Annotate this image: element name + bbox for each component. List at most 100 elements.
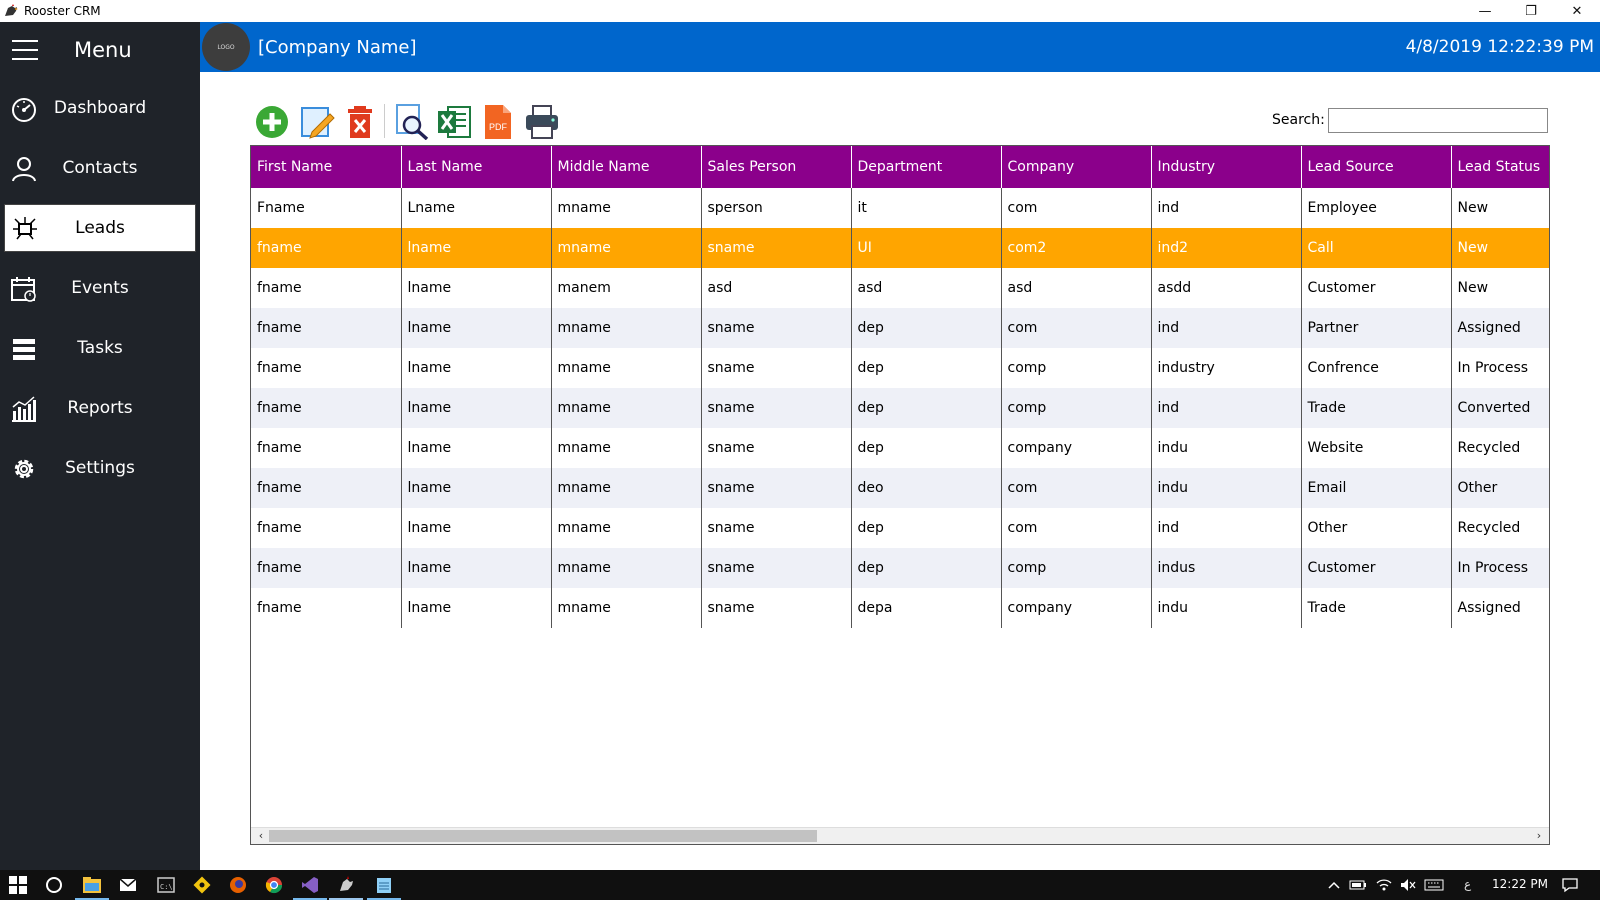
export-pdf-button[interactable]: PDF	[480, 104, 516, 140]
search-input[interactable]	[1328, 108, 1548, 133]
table-cell[interactable]: sname	[701, 468, 852, 508]
table-cell[interactable]: mname	[551, 468, 702, 508]
table-cell[interactable]: Converted	[1451, 388, 1549, 428]
table-row[interactable]: fname lname mname sname depa company indu Trade…	[251, 588, 1549, 628]
table-cell[interactable]: mname	[551, 428, 702, 468]
table-cell[interactable]: New	[1451, 268, 1549, 308]
table-cell[interactable]: lname	[401, 348, 552, 388]
table-cell[interactable]: ind	[1151, 388, 1302, 428]
table-cell[interactable]: sname	[701, 588, 852, 628]
sidebar-item-settings[interactable]: Settings	[0, 438, 200, 498]
table-row[interactable]: Fname Lname mname sperson it com ind Employee Ne…	[251, 188, 1549, 228]
table-cell[interactable]: mname	[551, 228, 702, 268]
table-cell[interactable]: Employee	[1301, 188, 1452, 228]
table-cell[interactable]: ind	[1151, 508, 1302, 548]
table-cell[interactable]: sname	[701, 348, 852, 388]
table-cell[interactable]: com	[1001, 468, 1152, 508]
table-cell[interactable]: In Process	[1451, 348, 1549, 388]
table-cell[interactable]: it	[851, 188, 1002, 228]
keyboard-icon[interactable]	[1424, 875, 1444, 895]
table-cell[interactable]: sperson	[701, 188, 852, 228]
table-cell[interactable]: lname	[401, 428, 552, 468]
table-cell[interactable]: fname	[251, 348, 402, 388]
table-cell[interactable]: dep	[851, 508, 1002, 548]
terminal-icon[interactable]: C:\	[156, 875, 176, 895]
scroll-left-arrow[interactable]: ‹	[253, 829, 269, 842]
horizontal-scrollbar[interactable]: ‹ ›	[251, 827, 1549, 844]
table-cell[interactable]: Trade	[1301, 588, 1452, 628]
table-cell[interactable]: mname	[551, 548, 702, 588]
table-row[interactable]: fname lname mname sname dep comp ind Trade Conve…	[251, 388, 1549, 428]
table-cell[interactable]: Website	[1301, 428, 1452, 468]
scroll-right-arrow[interactable]: ›	[1531, 829, 1547, 842]
cortana-icon[interactable]	[44, 875, 64, 895]
table-cell[interactable]: Other	[1451, 468, 1549, 508]
table-row[interactable]: fname lname mname sname dep comp industry Confr…	[251, 348, 1549, 388]
restore-button[interactable]: ❐	[1508, 0, 1554, 22]
export-excel-button[interactable]	[436, 104, 472, 140]
table-cell[interactable]: fname	[251, 228, 402, 268]
table-cell[interactable]: indu	[1151, 468, 1302, 508]
table-cell[interactable]: sname	[701, 308, 852, 348]
table-cell[interactable]: deo	[851, 468, 1002, 508]
column-header[interactable]: Company	[1001, 146, 1152, 188]
table-cell[interactable]: company	[1001, 588, 1152, 628]
table-cell[interactable]: asd	[701, 268, 852, 308]
sidebar-item-contacts[interactable]: Contacts	[0, 138, 200, 198]
table-cell[interactable]: Other	[1301, 508, 1452, 548]
table-cell[interactable]: ind2	[1151, 228, 1302, 268]
table-cell[interactable]: sname	[701, 428, 852, 468]
sidebar-item-events[interactable]: Events	[0, 258, 200, 318]
hamburger-menu-icon[interactable]	[12, 40, 38, 60]
table-cell[interactable]: In Process	[1451, 548, 1549, 588]
table-cell[interactable]: mname	[551, 388, 702, 428]
table-cell[interactable]: lname	[401, 388, 552, 428]
edit-button[interactable]	[300, 104, 336, 140]
column-header[interactable]: Department	[851, 146, 1002, 188]
add-button[interactable]	[254, 104, 290, 140]
column-header[interactable]: First Name	[251, 146, 402, 188]
notepad-icon[interactable]	[374, 875, 394, 895]
table-cell[interactable]: sname	[701, 388, 852, 428]
table-cell[interactable]: com	[1001, 508, 1152, 548]
sidebar-item-leads[interactable]: Leads	[4, 204, 196, 252]
close-button[interactable]: ✕	[1554, 0, 1600, 22]
table-cell[interactable]: lname	[401, 588, 552, 628]
table-cell[interactable]: sname	[701, 228, 852, 268]
table-cell[interactable]: company	[1001, 428, 1152, 468]
table-cell[interactable]: UI	[851, 228, 1002, 268]
table-cell[interactable]: lname	[401, 508, 552, 548]
table-cell[interactable]: com	[1001, 308, 1152, 348]
table-cell[interactable]: comp	[1001, 348, 1152, 388]
table-cell[interactable]: sname	[701, 548, 852, 588]
table-cell[interactable]: mname	[551, 508, 702, 548]
table-cell[interactable]: manem	[551, 268, 702, 308]
table-cell[interactable]: lname	[401, 308, 552, 348]
print-button[interactable]	[524, 104, 560, 140]
table-cell[interactable]: fname	[251, 428, 402, 468]
table-cell[interactable]: Trade	[1301, 388, 1452, 428]
column-header[interactable]: Last Name	[401, 146, 552, 188]
table-cell[interactable]: ind	[1151, 308, 1302, 348]
table-cell[interactable]: dep	[851, 308, 1002, 348]
volume-muted-icon[interactable]	[1398, 875, 1418, 895]
table-cell[interactable]: fname	[251, 548, 402, 588]
table-cell[interactable]: Customer	[1301, 268, 1452, 308]
table-cell[interactable]: com2	[1001, 228, 1152, 268]
table-cell[interactable]: lname	[401, 268, 552, 308]
table-cell[interactable]: asd	[851, 268, 1002, 308]
file-explorer-icon[interactable]	[82, 875, 102, 895]
table-cell[interactable]: mname	[551, 588, 702, 628]
table-cell[interactable]: fname	[251, 468, 402, 508]
scrollbar-thumb[interactable]	[269, 830, 817, 842]
action-center-icon[interactable]	[1560, 875, 1580, 895]
table-cell[interactable]: fname	[251, 588, 402, 628]
firefox-icon[interactable]	[228, 875, 248, 895]
table-cell[interactable]: Call	[1301, 228, 1452, 268]
table-cell[interactable]: Assigned	[1451, 308, 1549, 348]
battery-icon[interactable]	[1348, 875, 1368, 895]
table-cell[interactable]: mname	[551, 188, 702, 228]
delete-button[interactable]	[342, 104, 378, 140]
table-cell[interactable]: industry	[1151, 348, 1302, 388]
table-cell[interactable]: dep	[851, 428, 1002, 468]
